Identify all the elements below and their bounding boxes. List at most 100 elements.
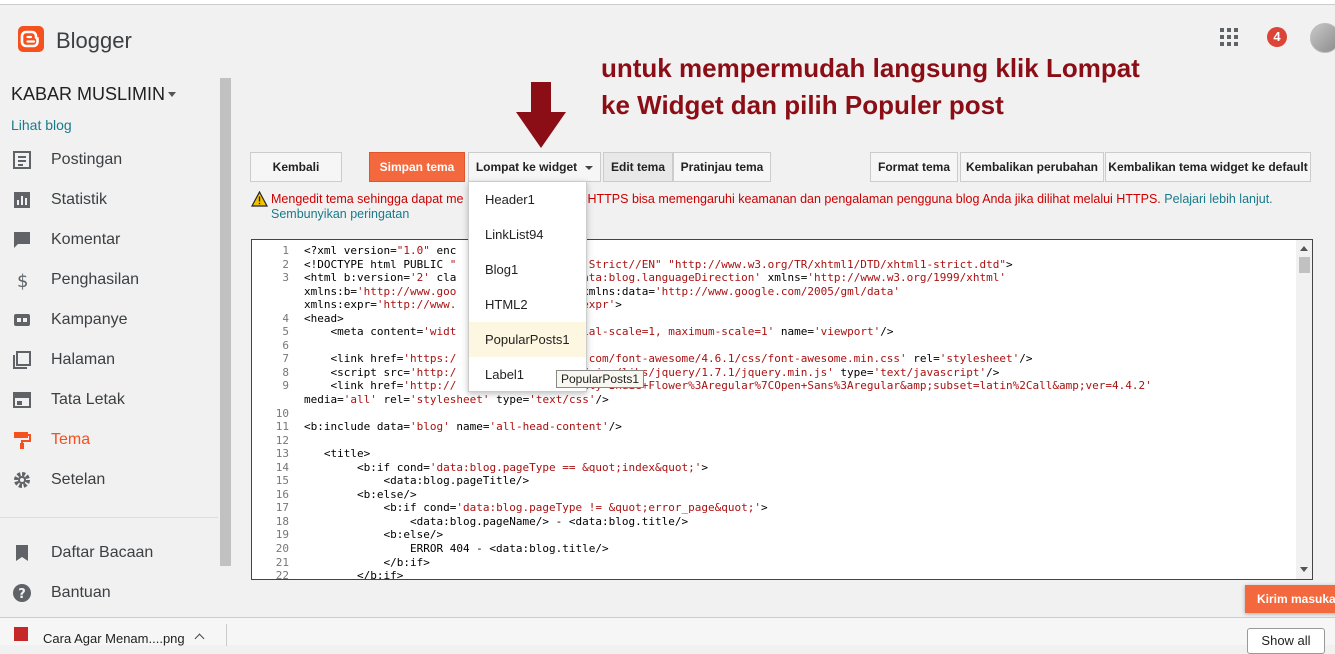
show-all-button[interactable]: Show all xyxy=(1247,628,1325,654)
code-line[interactable]: 14 <b:if cond='data:blog.pageType == &qu… xyxy=(252,461,1296,475)
code-line[interactable]: 3 <html b:version='2' cla ='data:blog.lan… xyxy=(252,271,1296,285)
code-line[interactable]: 12 xyxy=(252,434,1296,448)
warning-text-rest: HTTPS bisa memengaruhi keamanan dan peng… xyxy=(587,192,1161,206)
code-line[interactable]: 1 <?xml version="1.0" enc xyxy=(252,244,1296,258)
format-theme-button[interactable]: Format tema xyxy=(870,152,958,182)
widget-dropdown-menu: Header1 LinkList94 Blog1 HTML2 PopularPo… xyxy=(468,181,587,392)
code-line[interactable]: 6 xyxy=(252,339,1296,353)
blog-name-selector[interactable]: KABAR MUSLIMIN xyxy=(11,84,165,105)
sidebar-item-kampanye[interactable]: Kampanye xyxy=(0,300,218,340)
code-editor[interactable]: 1 <?xml version="1.0" enc 2 <!DOCTYPE html … xyxy=(251,239,1313,580)
code-line[interactable]: 2 <!DOCTYPE html PUBLIC " 1.0 Strict//EN"… xyxy=(252,258,1296,272)
code-text: <meta content='widt initial-scale=1, max… xyxy=(304,325,894,339)
stats-icon xyxy=(14,192,30,208)
caret-down-icon[interactable] xyxy=(168,92,176,97)
scroll-down-icon[interactable] xyxy=(1300,567,1308,572)
sidebar-divider xyxy=(0,517,218,518)
code-text: <data:blog.pageTitle/> xyxy=(304,474,530,488)
code-line[interactable]: 4 <head> xyxy=(252,312,1296,326)
code-text: <script src='http:/ .com/ajax/libs/jquer… xyxy=(304,365,1000,379)
code-line[interactable]: 9 <link href='http:// ?family=Indie+Flow… xyxy=(252,379,1296,393)
code-line[interactable]: 10 xyxy=(252,407,1296,421)
line-number: 19 xyxy=(275,528,289,542)
code-line[interactable]: media='all' rel='stylesheet' type='text/… xyxy=(252,393,1296,407)
sidebar-item-statistik[interactable]: Statistik xyxy=(0,180,218,220)
apps-grid-icon[interactable] xyxy=(1220,28,1238,46)
sidebar-item-label: Kampanye xyxy=(51,311,128,328)
sidebar-scrollbar[interactable] xyxy=(218,70,233,617)
code-line[interactable]: 19 <b:else/> xyxy=(252,528,1296,542)
back-button[interactable]: Kembali xyxy=(250,152,342,182)
view-blog-link[interactable]: Lihat blog xyxy=(11,117,72,133)
edit-theme-button[interactable]: Edit tema xyxy=(603,152,673,182)
sidebar-item-penghasilan[interactable]: $ Penghasilan xyxy=(0,260,218,300)
widget-menu-item[interactable]: LinkList94 xyxy=(469,217,586,252)
code-line[interactable]: 18 <data:blog.pageName/> - <data:blog.ti… xyxy=(252,515,1296,529)
code-line[interactable]: 21 </b:if> xyxy=(252,556,1296,570)
sidebar-item-label: Setelan xyxy=(51,471,106,488)
hide-warning-link[interactable]: Sembunyikan peringatan xyxy=(271,207,409,221)
code-line[interactable]: xmlns:expr='http://www. gml/expr'> xyxy=(252,298,1296,312)
jump-to-widget-button[interactable]: Lompat ke widget xyxy=(468,152,601,182)
code-line[interactable]: xmlns:b='http://www.goo /b' xmlns:data='… xyxy=(252,285,1296,299)
avatar[interactable] xyxy=(1310,23,1335,53)
preview-theme-button[interactable]: Pratinjau tema xyxy=(673,152,771,182)
line-number: 7 xyxy=(282,352,289,366)
sidebar-item-label: Tema xyxy=(51,431,91,448)
dollar-icon: $ xyxy=(17,271,28,290)
svg-text:?: ? xyxy=(18,587,26,602)
code-line[interactable]: 17 <b:if cond='data:blog.pageType != &qu… xyxy=(252,501,1296,515)
https-warning: Mengedit tema sehingga dapat me HTTPS bis… xyxy=(271,192,1273,206)
sidebar-item-postingan[interactable]: Postingan xyxy=(0,140,218,180)
download-file-name[interactable]: Cara Agar Menam....png xyxy=(43,631,185,646)
file-image-icon xyxy=(14,627,28,641)
save-theme-button[interactable]: Simpan tema xyxy=(369,152,465,182)
learn-more-link[interactable]: Pelajari lebih lanjut. xyxy=(1164,192,1272,206)
widget-menu-item[interactable]: Blog1 xyxy=(469,252,586,287)
sidebar-item-bantuan[interactable]: ? Bantuan xyxy=(0,573,218,613)
line-number: 2 xyxy=(282,257,289,271)
sidebar-item-daftar-bacaan[interactable]: Daftar Bacaan xyxy=(0,533,218,573)
code-line[interactable]: 16 <b:else/> xyxy=(252,488,1296,502)
code-line[interactable]: 15 <data:blog.pageTitle/> xyxy=(252,474,1296,488)
code-line[interactable]: 5 <meta content='widt initial-scale=1, m… xyxy=(252,325,1296,339)
sidebar-item-tata-letak[interactable]: Tata Letak xyxy=(0,380,218,420)
reset-widget-templates-button[interactable]: Kembalikan tema widget ke default xyxy=(1105,152,1311,182)
line-number: 16 xyxy=(275,487,289,501)
code-line[interactable]: 8 <script src='http:/ .com/ajax/libs/jqu… xyxy=(252,366,1296,380)
code-text: xmlns:b='http://www.goo /b' xmlns:data='… xyxy=(304,284,901,298)
line-number: 6 xyxy=(282,338,289,352)
send-feedback-button[interactable]: Kirim masukan xyxy=(1245,585,1335,613)
code-line[interactable]: 13 <title> xyxy=(252,447,1296,461)
code-line[interactable]: 22 </b:if> xyxy=(252,569,1296,580)
sidebar-item-setelan[interactable]: Setelan xyxy=(0,460,218,500)
chevron-up-icon[interactable] xyxy=(194,633,205,644)
code-line[interactable]: 11 <b:include data='blog' name='all-head-… xyxy=(252,420,1296,434)
line-number: 3 xyxy=(282,271,289,285)
app-title[interactable]: Blogger xyxy=(56,28,132,54)
sidebar-item-komentar[interactable]: Komentar xyxy=(0,220,218,260)
code-content[interactable]: 1 <?xml version="1.0" enc 2 <!DOCTYPE html … xyxy=(252,244,1296,580)
code-text: ERROR 404 - <data:blog.title/> xyxy=(304,542,609,556)
jump-to-widget-label: Lompat ke widget xyxy=(475,160,578,174)
notification-badge[interactable]: 4 xyxy=(1267,27,1287,47)
scrollbar-thumb[interactable] xyxy=(1299,257,1310,273)
editor-scrollbar[interactable] xyxy=(1296,240,1312,579)
widget-menu-item[interactable]: Header1 xyxy=(469,182,586,217)
sidebar-item-label: Tata Letak xyxy=(51,391,125,408)
blogger-logo-icon[interactable] xyxy=(18,26,44,52)
code-line[interactable]: 20 ERROR 404 - <data:blog.title/> xyxy=(252,542,1296,556)
scroll-up-icon[interactable] xyxy=(1300,246,1308,251)
line-number: 8 xyxy=(282,365,289,379)
revert-changes-button[interactable]: Kembalikan perubahan xyxy=(960,152,1104,182)
scrollbar-thumb[interactable] xyxy=(220,78,231,566)
code-text: <b:else/> xyxy=(304,487,417,501)
code-line[interactable]: 7 <link href='https:/ ocdn.com/font-awes… xyxy=(252,352,1296,366)
widget-menu-item-highlighted[interactable]: PopularPosts1 xyxy=(469,322,586,357)
line-number: 5 xyxy=(282,325,289,339)
sidebar-item-tema[interactable]: Tema xyxy=(0,420,218,460)
sidebar-item-halaman[interactable]: Halaman xyxy=(0,340,218,380)
widget-menu-item[interactable]: HTML2 xyxy=(469,287,586,322)
annotation-text: untuk mempermudah langsung klik Lompat k… xyxy=(601,53,1140,120)
code-text: </b:if> xyxy=(304,569,404,580)
